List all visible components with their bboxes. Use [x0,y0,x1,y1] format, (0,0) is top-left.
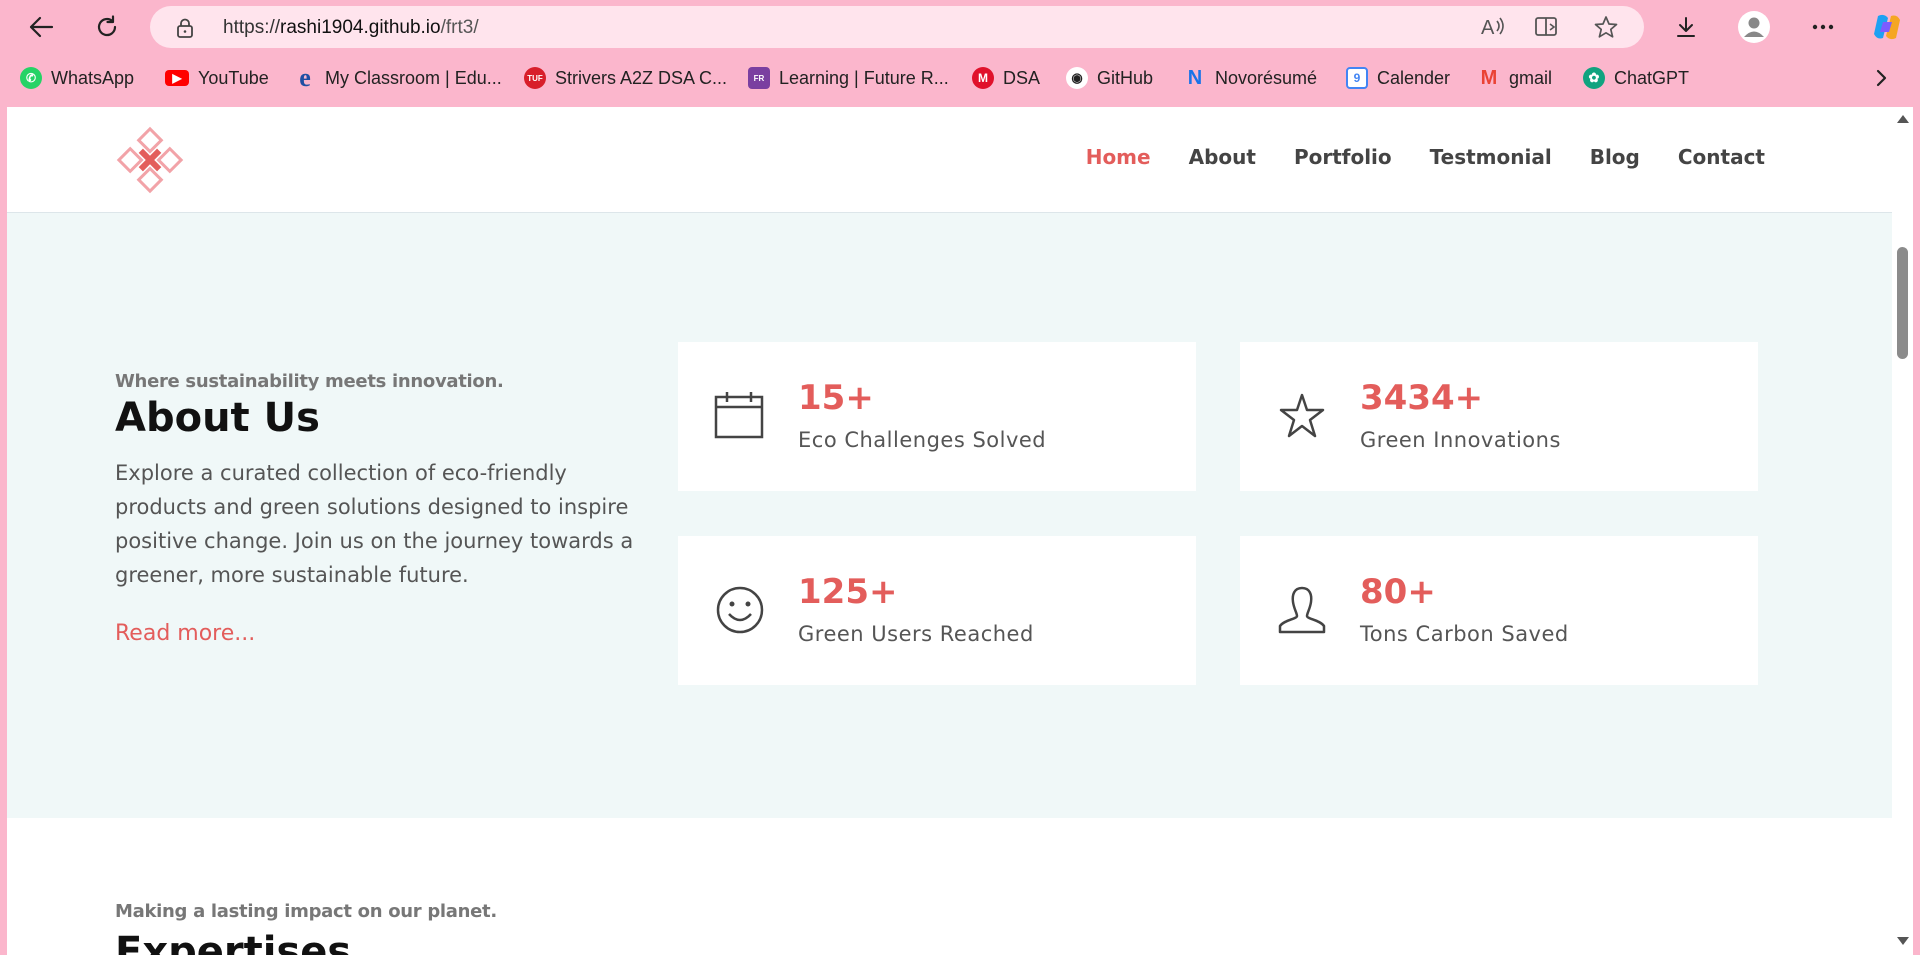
youtube-icon: ▶ [165,70,189,86]
url-text[interactable]: https://rashi1904.github.io/frt3/ [223,17,479,39]
bookmark-chatgpt[interactable]: ✿ ChatGPT [1583,66,1689,90]
stat-value: 15+ [798,378,874,418]
bookmark-novoresume[interactable]: N Novorésumé [1184,66,1317,90]
profile-button[interactable] [1735,8,1773,46]
stat-card-eco-challenges: 15+ Eco Challenges Solved [678,342,1196,491]
calendar-icon: 9 [1346,67,1368,89]
about-section: Where sustainability meets innovation. A… [7,213,1892,818]
bookmark-label: GitHub [1097,67,1154,88]
scroll-up-arrow-icon[interactable] [1897,115,1909,123]
nav-about[interactable]: About [1189,145,1256,169]
reload-button[interactable] [88,8,126,46]
bookmark-label: Calender [1377,67,1451,88]
about-title: About Us [115,395,320,441]
downloads-button[interactable] [1667,8,1705,46]
stat-label: Green Users Reached [798,622,1034,646]
nav-blog[interactable]: Blog [1590,145,1640,169]
scroll-down-arrow-icon[interactable] [1897,937,1909,945]
read-more-link[interactable]: Read more... [115,621,255,646]
user-icon [1278,586,1326,634]
url-path: /frt3/ [440,17,479,38]
nav-contact[interactable]: Contact [1678,145,1765,169]
star-icon [1279,393,1325,438]
stat-value: 80+ [1360,572,1436,612]
url-host: rashi1904.github.io [280,17,441,38]
copilot-icon [1874,14,1900,40]
immersive-reader-icon[interactable] [1534,15,1560,39]
back-arrow-icon [29,16,54,38]
bookmark-future-ready[interactable]: FR Learning | Future R... [748,66,949,90]
site-header: Home About Portfolio Testmonial Blog Con… [7,107,1892,213]
bookmark-label: Strivers A2Z DSA C... [555,67,728,88]
dsa-icon: M [972,67,994,89]
bookmark-gmail[interactable]: M gmail [1478,66,1552,90]
stat-label: Tons Carbon Saved [1360,622,1569,646]
bookmarks-bar: ✆ WhatsApp ▶ YouTube e My Classroom | Ed… [0,60,1920,96]
profile-avatar-icon [1738,11,1770,43]
bookmarks-overflow-chevron-icon[interactable] [1873,68,1889,88]
svg-text:A: A [1481,17,1495,39]
gmail-icon: M [1480,66,1498,89]
favorite-star-icon[interactable] [1593,15,1619,39]
lock-icon[interactable] [176,18,194,38]
stat-label: Green Innovations [1360,428,1561,452]
about-description: Explore a curated collection of eco-frie… [115,461,634,587]
page-viewport: Home About Portfolio Testmonial Blog Con… [7,107,1892,955]
back-button[interactable] [22,8,60,46]
calendar-icon [714,392,764,439]
bookmark-label: DSA [1003,67,1041,88]
url-prefix: https:// [223,17,281,38]
bookmark-label: WhatsApp [51,67,135,88]
bookmark-dsa[interactable]: M DSA [972,66,1040,90]
nav-portfolio[interactable]: Portfolio [1294,145,1392,169]
site-logo[interactable] [115,125,185,195]
chatgpt-icon: ✿ [1583,67,1605,89]
expertise-title: Expertises [115,929,352,955]
bookmark-calender[interactable]: 9 Calender [1346,66,1450,90]
bookmark-label: Learning | Future R... [779,67,949,88]
main-nav: Home About Portfolio Testmonial Blog Con… [1086,145,1765,169]
stat-card-carbon-saved: 80+ Tons Carbon Saved [1240,536,1758,685]
page-scrollbar[interactable] [1892,107,1913,955]
future-ready-icon: FR [748,67,770,89]
bookmark-strivers[interactable]: TUF Strivers A2Z DSA C... [524,66,727,90]
download-icon [1677,17,1695,37]
bookmark-edureka[interactable]: e My Classroom | Edu... [294,63,502,92]
bookmark-label: My Classroom | Edu... [325,67,502,88]
expertise-section: Making a lasting impact on our planet. E… [7,818,1892,955]
stat-card-green-innovations: 3434+ Green Innovations [1240,342,1758,491]
bookmark-label: gmail [1509,67,1553,88]
edureka-icon: e [299,63,311,92]
bookmark-label: Novorésumé [1215,67,1318,88]
stat-value: 3434+ [1360,378,1484,418]
bookmark-github[interactable]: ◉ GitHub [1066,66,1153,90]
smiley-icon [716,586,764,634]
settings-more-button[interactable] [1804,8,1842,46]
browser-toolbar: https://rashi1904.github.io/frt3/ A [0,0,1920,54]
stat-label: Eco Challenges Solved [798,428,1047,452]
expertise-kicker: Making a lasting impact on our planet. [115,901,497,922]
github-icon: ◉ [1066,67,1088,89]
nav-testmonial[interactable]: Testmonial [1430,145,1552,169]
tuf-icon: TUF [524,67,546,89]
address-bar[interactable]: https://rashi1904.github.io/frt3/ A [150,6,1644,48]
stat-value: 125+ [798,572,898,612]
about-kicker: Where sustainability meets innovation. [115,371,504,392]
read-aloud-icon[interactable]: A [1480,15,1506,39]
bookmark-whatsapp[interactable]: ✆ WhatsApp [20,66,134,90]
whatsapp-icon: ✆ [20,67,42,89]
bookmark-label: ChatGPT [1614,67,1690,88]
nav-home[interactable]: Home [1086,145,1151,169]
stat-card-green-users: 125+ Green Users Reached [678,536,1196,685]
copilot-button[interactable] [1868,8,1906,46]
novoresume-icon: N [1187,66,1203,89]
bookmark-label: YouTube [198,67,269,88]
reload-icon [97,15,117,37]
scrollbar-thumb[interactable] [1897,247,1908,359]
bookmark-youtube[interactable]: ▶ YouTube [165,66,269,90]
more-dots-icon [1812,24,1834,30]
